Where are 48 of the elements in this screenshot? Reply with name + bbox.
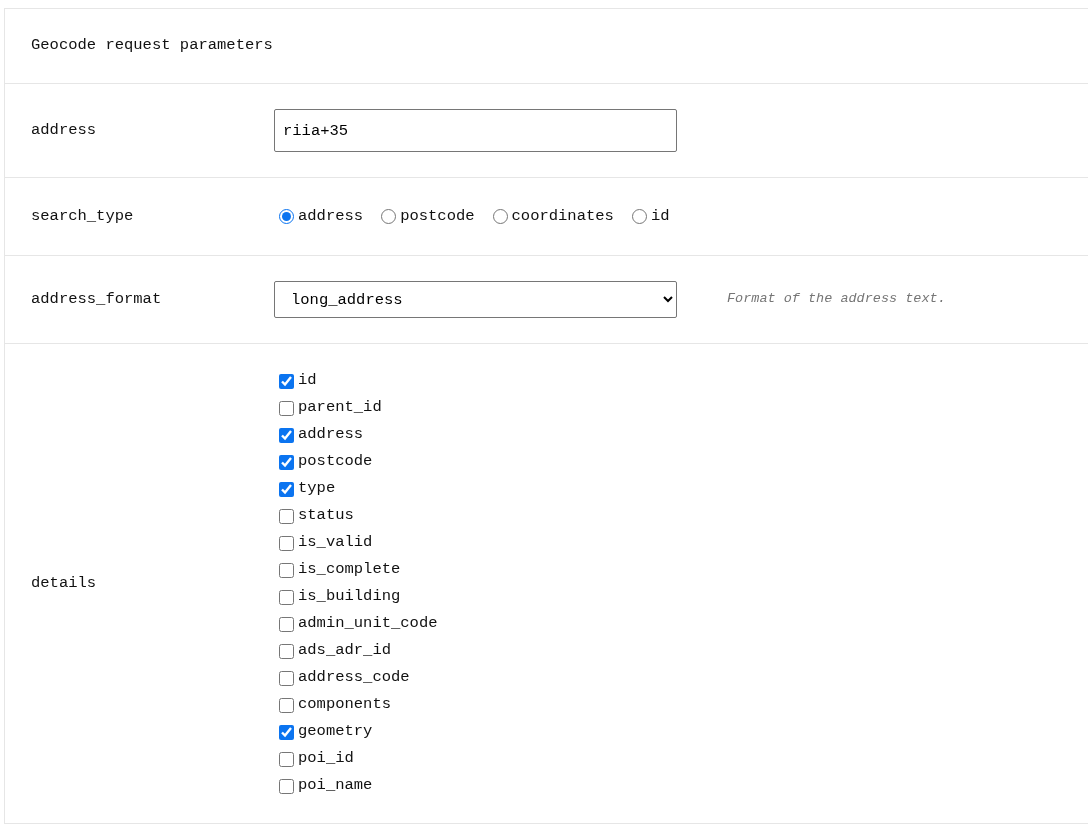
address-field[interactable]: riia+35	[274, 109, 677, 152]
checkbox-label[interactable]: id	[298, 369, 317, 393]
field-label: details	[31, 572, 98, 594]
hint-text: Format of the address text.	[727, 290, 946, 309]
checkbox[interactable]	[279, 589, 294, 605]
checkbox[interactable]	[279, 643, 294, 659]
checkbox[interactable]	[279, 778, 294, 794]
checkbox-label[interactable]: ads_adr_id	[298, 639, 391, 663]
checkbox[interactable]	[279, 670, 294, 686]
checkbox-label[interactable]: address_code	[298, 666, 410, 690]
checkbox-label[interactable]: geometry	[298, 720, 373, 744]
radio-label[interactable]: id	[650, 204, 670, 229]
checkbox[interactable]	[279, 373, 294, 389]
checkbox-label[interactable]: is_complete	[298, 558, 401, 582]
radio-label[interactable]: coordinates	[511, 204, 614, 229]
checkbox[interactable]	[279, 724, 294, 740]
field-label: address	[31, 119, 98, 141]
checkbox-label[interactable]: status	[298, 504, 354, 528]
checkbox[interactable]	[279, 508, 294, 524]
checkbox-label[interactable]: postcode	[298, 450, 373, 474]
checkbox-label[interactable]: admin_unit_code	[298, 612, 438, 636]
format-dropdown[interactable]: long_address	[274, 281, 677, 318]
checkbox[interactable]	[279, 616, 294, 632]
field-label: search_type	[31, 205, 135, 227]
checkbox[interactable]	[279, 562, 294, 578]
radio-button[interactable]	[631, 209, 647, 224]
radio-button[interactable]	[381, 209, 397, 224]
checkbox[interactable]	[279, 454, 294, 470]
checkbox-label[interactable]: poi_name	[298, 774, 373, 798]
checkbox-label[interactable]: type	[298, 477, 336, 501]
checkbox[interactable]	[279, 400, 294, 416]
field-label: address_format	[31, 288, 163, 310]
radio-button[interactable]	[492, 209, 508, 224]
checkbox-label[interactable]: address	[298, 423, 364, 447]
checkbox[interactable]	[279, 697, 294, 713]
radio-button[interactable]	[279, 209, 294, 224]
checkbox[interactable]	[279, 481, 294, 497]
checkbox[interactable]	[279, 427, 294, 443]
section-title: Geocode request parameters	[31, 35, 273, 57]
checkbox-label[interactable]: is_building	[298, 585, 401, 609]
checkbox-label[interactable]: components	[298, 693, 391, 717]
checkbox-label[interactable]: parent_id	[298, 396, 382, 420]
radio-label[interactable]: address	[298, 204, 364, 229]
radio-label[interactable]: postcode	[400, 204, 475, 229]
checkbox-label[interactable]: poi_id	[298, 747, 354, 771]
checkbox-label[interactable]: is_valid	[298, 531, 373, 555]
checkbox[interactable]	[279, 751, 294, 767]
checkbox[interactable]	[279, 535, 294, 551]
